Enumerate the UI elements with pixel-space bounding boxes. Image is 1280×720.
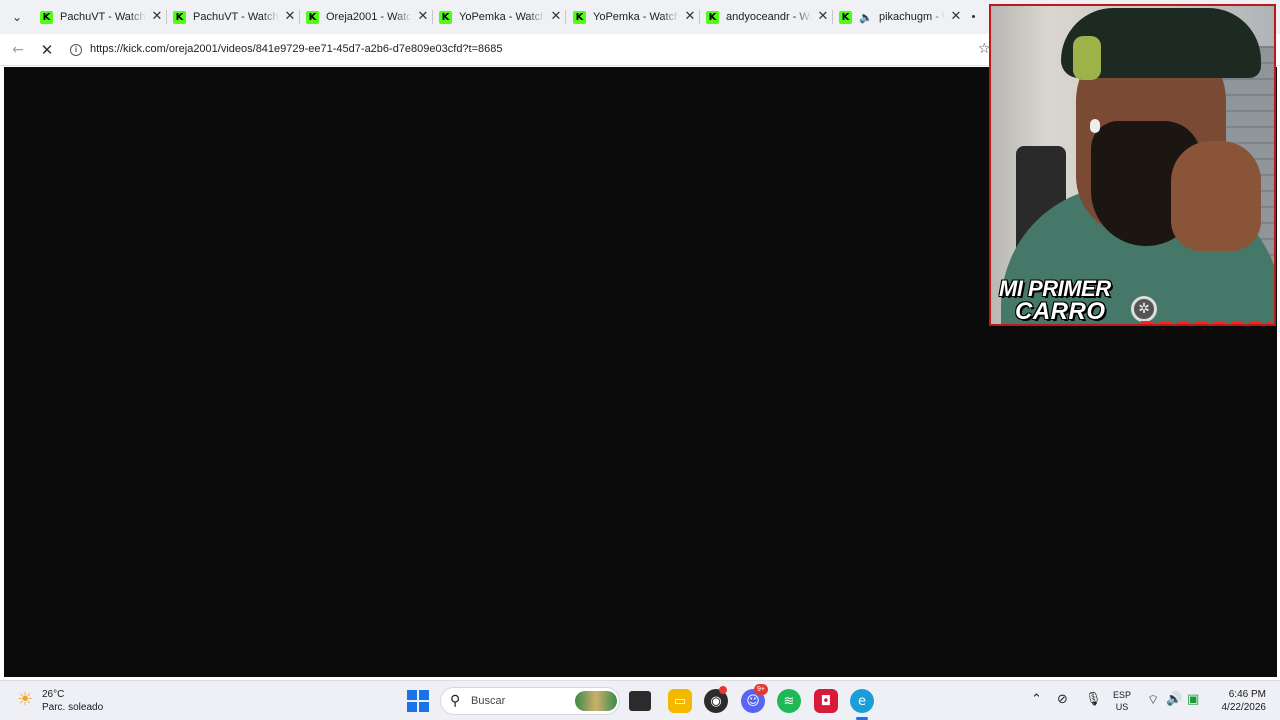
browser-tab[interactable]: K andyoceandr - Wat ✕: [706, 4, 830, 30]
tab-title: YoPemka - Watch th: [459, 11, 545, 23]
browser-tab[interactable]: K Oreja2001 - Watch ✕: [306, 4, 430, 30]
kick-logo-icon: K: [573, 10, 586, 24]
tab-divider: [166, 10, 167, 24]
close-icon[interactable]: ✕: [549, 10, 563, 24]
browser-tab[interactable]: K PachuVT - Watch the ✕: [40, 4, 164, 30]
overlay-banner-subtitle: CARRO: [1015, 298, 1106, 325]
overlay-dash-stripe: [1141, 321, 1271, 324]
tab-divider: [299, 10, 300, 24]
input-language-indicator[interactable]: ESP US: [1113, 689, 1131, 713]
red-app-icon[interactable]: ◘: [814, 689, 838, 713]
url-text[interactable]: https://kick.com/oreja2001/videos/841e97…: [90, 43, 503, 55]
browser-tab[interactable]: K PachuVT - Watch th ✕: [173, 4, 297, 30]
language-code: ESP: [1113, 690, 1132, 700]
browser-tab[interactable]: K 🔈 pikachugm - W ✕: [839, 4, 963, 30]
kick-logo-icon: K: [306, 10, 319, 24]
close-icon[interactable]: ✕: [683, 10, 697, 24]
keyboard-layout-code: US: [1115, 702, 1129, 712]
clock-date[interactable]: 4/22/2026: [1205, 702, 1267, 713]
tab-divider: [699, 10, 700, 24]
task-view-icon[interactable]: [629, 691, 651, 711]
tab-title: Oreja2001 - Watch: [326, 11, 412, 23]
sun-cloud-icon: ☀: [17, 689, 34, 710]
wifi-icon[interactable]: ⌔: [1147, 692, 1159, 708]
stop-loading-icon[interactable]: ✕: [37, 40, 57, 60]
close-icon[interactable]: ✕: [416, 10, 430, 24]
tab-title: YoPemka - Watch th: [593, 11, 679, 23]
steering-wheel-icon: ✲: [1131, 296, 1157, 322]
tab-divider: [432, 10, 433, 24]
tab-divider: [832, 10, 833, 24]
search-icon: ⚲: [450, 693, 461, 709]
kick-logo-icon: K: [706, 10, 719, 24]
close-icon[interactable]: ✕: [150, 10, 164, 24]
kick-logo-icon: K: [439, 10, 452, 24]
address-bar[interactable]: i https://kick.com/oreja2001/videos/841e…: [62, 38, 992, 62]
new-tab-dot-icon: [972, 15, 975, 18]
weather-description: Parc. soleado: [42, 702, 104, 713]
microphone-icon[interactable]: 🎙: [1085, 692, 1102, 707]
clock-time[interactable]: 6:46 PM: [1210, 689, 1266, 700]
cloud-sync-off-icon[interactable]: ⊘: [1057, 692, 1068, 707]
tab-divider: [565, 10, 566, 24]
earbud: [1090, 119, 1100, 133]
volume-icon[interactable]: 🔊: [1166, 692, 1182, 707]
windows-start-icon[interactable]: [407, 690, 429, 712]
notification-badge: 9+: [754, 684, 768, 695]
webcam-overlay: MI PRIMER CARRO ✲: [989, 4, 1276, 326]
tab-search-chevron-icon[interactable]: ⌄: [6, 7, 28, 27]
show-hidden-icons-chevron-icon[interactable]: ⌃: [1031, 692, 1042, 707]
close-icon[interactable]: ✕: [949, 10, 963, 24]
close-icon[interactable]: ✕: [283, 10, 297, 24]
spotify-icon[interactable]: ≋: [777, 689, 801, 713]
kick-logo-icon: K: [40, 10, 53, 24]
back-arrow-icon[interactable]: ←: [8, 40, 28, 60]
search-highlight-image: [575, 691, 617, 711]
file-explorer-icon[interactable]: ▭: [668, 689, 692, 713]
recording-indicator: [719, 686, 727, 694]
edge-browser-icon[interactable]: e: [850, 689, 874, 713]
kick-logo-icon: K: [173, 10, 186, 24]
tab-title: pikachugm - W: [879, 11, 945, 23]
weather-temperature: 26°C: [42, 689, 65, 700]
cap-logo: [1073, 36, 1101, 80]
site-info-icon[interactable]: i: [70, 44, 82, 56]
battery-icon[interactable]: ▣: [1187, 692, 1199, 707]
taskbar-search[interactable]: ⚲ Buscar: [440, 687, 620, 715]
browser-tab[interactable]: K YoPemka - Watch th ✕: [439, 4, 563, 30]
tab-title: andyoceandr - Wat: [726, 11, 812, 23]
browser-tab[interactable]: K YoPemka - Watch th ✕: [573, 4, 697, 30]
search-placeholder: Buscar: [471, 695, 506, 707]
close-icon[interactable]: ✕: [816, 10, 830, 24]
tab-title: PachuVT - Watch the: [60, 11, 146, 23]
windows-taskbar: ☀ 26°C Parc. soleado ⚲ Buscar ▭ ◉ ☺ 9+ ≋…: [0, 680, 1280, 720]
streamer-hand: [1171, 141, 1261, 251]
kick-logo-icon: K: [839, 10, 852, 24]
tab-title: PachuVT - Watch th: [193, 11, 279, 23]
speaker-icon[interactable]: 🔈: [859, 11, 873, 24]
